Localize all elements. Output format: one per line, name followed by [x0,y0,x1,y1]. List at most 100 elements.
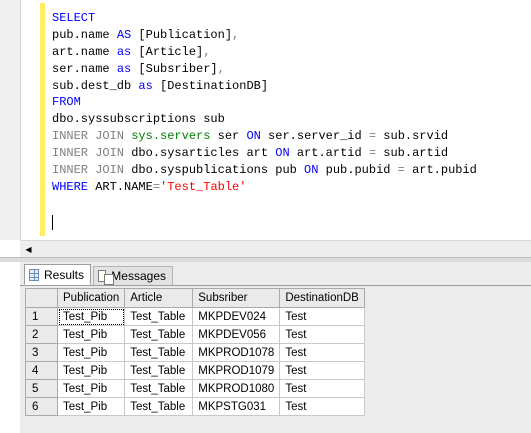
code-token: dbo.syspublications pub [131,163,305,178]
code-token: sys.servers [131,129,211,144]
code-token: INNER JOIN [52,129,132,144]
tab-results[interactable]: Results [24,264,91,285]
row-header[interactable]: 3 [25,343,58,362]
row-header[interactable]: 5 [25,379,58,398]
row-header[interactable]: 1 [25,307,58,326]
results-grid-container: Publication Article Subsriber Destinatio… [20,286,531,433]
code-token: sub.artid [376,146,449,161]
scroll-left-arrow-icon[interactable]: ◀ [20,241,37,257]
row-header[interactable]: 6 [25,397,58,416]
code-token: as [138,78,153,93]
code-token: INNER JOIN [52,146,132,161]
code-token: [Article] [131,44,204,59]
code-token: ON [275,146,290,161]
code-token: ON [246,129,261,144]
code-token: FROM [52,95,81,110]
code-token: ser.name [52,61,117,76]
row-header[interactable]: 4 [25,361,58,380]
code-token: SELECT [52,11,96,25]
grid-cell[interactable]: Test_Table [124,325,194,344]
grid-icon [29,268,39,281]
code-token: art.pubid [404,163,477,178]
code-token: dbo.sysarticles art [131,146,276,161]
code-token: sub.dest_db [52,78,139,93]
grid-cell[interactable]: MKPROD1078 [192,343,281,362]
code-line: art.name as [Article], [52,44,477,61]
grid-cell[interactable]: Test [279,325,365,344]
grid-cell[interactable]: Test_Pib [56,379,126,398]
change-tracking-bar [40,3,45,236]
column-header-destinationdb[interactable]: DestinationDB [279,288,365,308]
code-token: as [116,44,132,59]
code-token: sub.srvid [376,129,449,144]
grid-cell[interactable]: MKPROD1079 [192,361,281,380]
code-token: , [203,44,211,59]
code-line: SELECT [52,10,477,27]
results-grid[interactable]: Publication Article Subsriber Destinatio… [25,288,365,416]
table-row[interactable]: 6 Test_Pib Test_Table MKPSTG031 Test [25,397,365,416]
code-token: INNER JOIN [52,163,132,178]
code-token: , [217,61,225,76]
table-row[interactable]: 1 Test_Pib Test_Table MKPDEV024 Test [25,307,365,326]
code-token: art.artid [289,146,369,161]
code-line: dbo.syssubscriptions sub [52,111,477,128]
column-header-publication[interactable]: Publication [56,288,126,308]
table-row[interactable]: 5 Test_Pib Test_Table MKPROD1080 Test [25,379,365,398]
code-token: = [152,179,161,194]
tab-messages-label: Messages [111,269,166,283]
grid-cell[interactable]: Test_Table [124,379,194,398]
grid-cell[interactable]: Test_Pib [56,343,126,362]
grid-cell[interactable]: Test_Table [124,307,194,326]
results-pane: Results Messages Publication Article Sub… [20,262,531,433]
code-line: INNER JOIN dbo.syspublications pub ON pu… [52,162,477,179]
tab-messages[interactable]: Messages [93,266,173,285]
code-token: pub.name [52,27,117,42]
code-token: as [116,61,132,76]
grid-cell[interactable]: Test_Pib [56,325,126,344]
code-token: [Publication] [131,27,233,42]
code-line: FROM [52,94,477,111]
grid-cell[interactable]: Test_Pib [56,397,126,416]
code-token: [Subsriber] [131,61,218,76]
code-token: ser [210,129,247,144]
column-header-article[interactable]: Article [124,288,194,308]
query-editor[interactable]: SELECT pub.name AS [Publication], art.name… [0,0,531,240]
code-token: pub.pubid [318,163,398,178]
grid-cell[interactable]: Test_Table [124,361,194,380]
grid-cell[interactable]: Test_Pib [56,361,126,380]
grid-cell[interactable]: MKPDEV024 [192,307,281,326]
code-token: ART.NAME [88,179,153,194]
tab-results-label: Results [43,267,84,282]
code-token: WHERE [52,179,89,194]
code-token: ser.server_id [260,129,369,144]
code-token: , [232,27,240,42]
grid-cell[interactable]: Test_Table [124,397,194,416]
table-row[interactable]: 4 Test_Pib Test_Table MKPROD1079 Test [25,361,365,380]
grid-cell[interactable]: Test [279,397,365,416]
text-caret [52,215,53,230]
sql-code[interactable]: SELECT pub.name AS [Publication], art.name… [52,10,477,196]
grid-cell[interactable]: MKPSTG031 [192,397,281,416]
grid-cell[interactable]: Test_Table [124,343,194,362]
grid-cell[interactable]: MKPROD1080 [192,379,281,398]
code-line: WHERE ART.NAME='Test_Table' [52,179,477,196]
table-row[interactable]: 3 Test_Pib Test_Table MKPROD1078 Test [25,343,365,362]
grid-cell[interactable]: Test [279,361,365,380]
column-header-subsriber[interactable]: Subsriber [192,288,281,308]
grid-cell[interactable]: Test [279,307,365,326]
horizontal-scrollbar[interactable]: ◀ [20,240,531,257]
grid-cell[interactable]: MKPDEV056 [192,325,281,344]
scrollbar-track[interactable] [37,243,531,255]
grid-cell[interactable]: Test [279,343,365,362]
code-token: = [368,146,377,161]
code-line: ser.name as [Subsriber], [52,61,477,78]
editor-gutter [0,0,21,240]
code-line: pub.name AS [Publication], [52,27,477,44]
code-token: = [397,163,405,178]
row-header[interactable]: 2 [25,325,58,344]
table-row[interactable]: 2 Test_Pib Test_Table MKPDEV056 Test [25,325,365,344]
results-tab-strip: Results Messages [20,262,531,286]
grid-corner-cell[interactable] [25,288,58,308]
grid-cell[interactable]: Test_Pib [56,307,126,326]
grid-cell[interactable]: Test [279,379,365,398]
